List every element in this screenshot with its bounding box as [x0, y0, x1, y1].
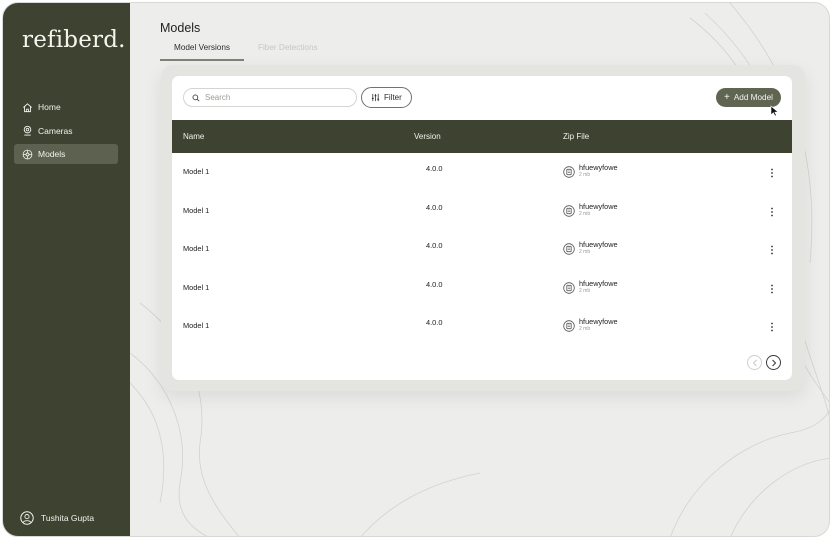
- search-box[interactable]: [183, 88, 357, 107]
- table-row[interactable]: Model 1 4.0.0 hfuewyfowe 2 mb: [172, 269, 792, 307]
- sidebar-item-label: Cameras: [38, 125, 73, 136]
- zip-file[interactable]: hfuewyfowe 2 mb: [563, 164, 618, 178]
- column-header-name[interactable]: Name: [183, 132, 204, 141]
- row-more-options-icon[interactable]: [769, 166, 775, 178]
- zip-file-icon: [563, 204, 575, 217]
- model-version: 4.0.0: [426, 279, 443, 289]
- zip-file-size: 2 mb: [579, 287, 591, 294]
- row-more-options-icon[interactable]: [769, 282, 775, 294]
- user-avatar-icon: [20, 511, 34, 525]
- zip-file-icon: [563, 165, 575, 178]
- model-version: 4.0.0: [426, 241, 443, 250]
- sidebar-item-label: Models: [38, 149, 66, 159]
- table-header: Name Version Zip File: [172, 120, 792, 153]
- zip-file[interactable]: hfuewyfowe 2 mb: [563, 201, 618, 217]
- table-row[interactable]: Model 1 4.0.0 hfuewyfowe 2 mb: [172, 230, 792, 268]
- zip-file-name: hfuewyfowe: [579, 163, 618, 172]
- user-name: Tushita Gupta: [41, 513, 95, 523]
- camera-icon: [22, 125, 33, 136]
- zip-file-icon: [563, 281, 575, 294]
- zip-file-size: 2 mb: [579, 210, 591, 217]
- filter-button[interactable]: Filter: [361, 87, 412, 108]
- brand-logo: refiberd.: [22, 27, 126, 53]
- next-page-button[interactable]: [766, 355, 781, 370]
- home-icon: [22, 102, 33, 113]
- filter-icon: [371, 93, 380, 102]
- model-version: 4.0.0: [426, 164, 443, 173]
- zip-file-icon: [563, 319, 575, 332]
- zip-file-size: 2 mb: [579, 249, 591, 255]
- search-input[interactable]: [205, 93, 345, 102]
- sidebar-item-cameras[interactable]: Cameras: [14, 121, 118, 141]
- filter-label: Filter: [384, 93, 402, 102]
- user-profile[interactable]: Tushita Gupta: [20, 511, 94, 525]
- table-row[interactable]: Model 1 4.0.0 hfuewyfowe 2 mb: [172, 153, 792, 191]
- zip-file-icon: [563, 242, 575, 255]
- row-more-options-icon[interactable]: [769, 243, 775, 255]
- models-icon: [22, 149, 33, 160]
- zip-file-size: 2 mb: [579, 172, 591, 178]
- zip-file-name: hfuewyfowe: [579, 201, 618, 211]
- model-name: Model 1: [183, 167, 210, 176]
- row-more-options-icon[interactable]: [769, 205, 775, 217]
- tab-model-versions[interactable]: Model Versions: [160, 41, 244, 61]
- models-table-card: Filter + Add Model Name Version Zip File…: [172, 76, 792, 380]
- table-row[interactable]: Model 1 4.0.0 hfuewyfowe 2 mb: [172, 192, 792, 230]
- zip-file[interactable]: hfuewyfowe 2 mb: [563, 241, 618, 255]
- search-icon: [192, 89, 200, 107]
- plus-icon: +: [724, 92, 730, 103]
- model-name: Model 1: [183, 205, 210, 215]
- sidebar-item-models[interactable]: Models: [14, 144, 118, 164]
- mouse-cursor-icon: [770, 104, 779, 117]
- table-row[interactable]: Model 1 4.0.0 hfuewyfowe 2 mb: [172, 307, 792, 345]
- main-content: Models Model Versions Fiber Detections F…: [130, 3, 829, 536]
- add-model-label: Add Model: [733, 93, 773, 102]
- zip-file-name: hfuewyfowe: [579, 317, 618, 326]
- zip-file-size: 2 mb: [579, 326, 591, 332]
- pagination: [743, 355, 781, 370]
- model-name: Model 1: [183, 282, 210, 292]
- zip-file-name: hfuewyfowe: [579, 278, 618, 288]
- sidebar-nav: Home Cameras Models: [14, 97, 118, 168]
- model-name: Model 1: [183, 244, 210, 253]
- zip-file[interactable]: hfuewyfowe 2 mb: [563, 318, 618, 332]
- previous-page-button[interactable]: [747, 355, 762, 370]
- page-title: Models: [160, 21, 201, 35]
- app-window: refiberd. Home Cameras Models Tushita Gu…: [2, 2, 830, 537]
- zip-file[interactable]: hfuewyfowe 2 mb: [563, 278, 618, 294]
- column-header-version[interactable]: Version: [414, 132, 441, 141]
- sidebar-item-label: Home: [38, 102, 61, 112]
- chevron-right-icon: [771, 359, 776, 366]
- sidebar-item-home[interactable]: Home: [14, 97, 118, 117]
- column-header-zip-file[interactable]: Zip File: [563, 132, 589, 141]
- model-version: 4.0.0: [426, 202, 443, 212]
- zip-file-name: hfuewyfowe: [579, 240, 618, 249]
- sidebar: refiberd. Home Cameras Models Tushita Gu…: [3, 3, 130, 536]
- tab-fiber-detections[interactable]: Fiber Detections: [244, 41, 332, 61]
- model-name: Model 1: [183, 321, 210, 330]
- row-more-options-icon[interactable]: [769, 320, 775, 332]
- chevron-left-icon: [752, 359, 757, 366]
- tab-bar: Model Versions Fiber Detections: [160, 41, 332, 61]
- model-version: 4.0.0: [426, 318, 443, 327]
